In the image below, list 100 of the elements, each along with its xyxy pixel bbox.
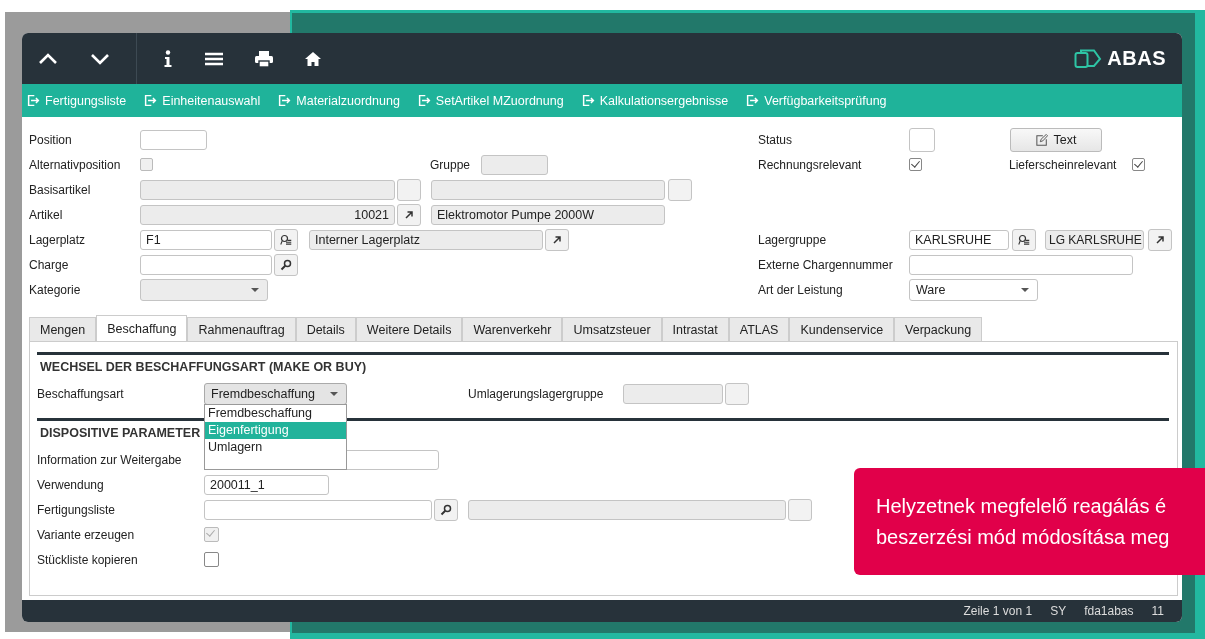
menu-icon[interactable]	[205, 51, 223, 66]
field-label: Rechnungsrelevant	[758, 157, 863, 172]
logo-icon	[1074, 48, 1103, 69]
export-icon	[417, 94, 431, 107]
edit-icon	[1035, 133, 1048, 146]
caret-icon	[251, 287, 259, 292]
search-list-button[interactable]	[1012, 228, 1036, 251]
tab[interactable]: Kundenservice	[789, 317, 895, 341]
checkbox[interactable]	[140, 158, 153, 171]
open-link-button[interactable]	[545, 228, 569, 251]
checkbox[interactable]	[1132, 158, 1145, 171]
field-label: Information zur Weitergabe	[37, 452, 183, 467]
status-text: fda1abas	[1084, 604, 1134, 618]
tab[interactable]: Rahmenauftrag	[187, 317, 296, 341]
tab[interactable]: Verpackung	[894, 317, 983, 341]
search-icon	[1018, 233, 1030, 246]
dropdown-option[interactable]: Fremdbeschaffung	[205, 404, 346, 422]
tab[interactable]: Mengen	[29, 317, 97, 341]
lagergruppe-name-field[interactable]: LG KARLSRUHE	[1045, 229, 1144, 250]
search-list-button[interactable]	[274, 228, 298, 251]
chevron-up-icon[interactable]	[38, 52, 58, 65]
export-icon	[278, 94, 292, 107]
field-label: Art der Leistung	[758, 282, 844, 297]
tab[interactable]: Beschaffung	[96, 315, 188, 341]
lagerplatz-field[interactable]: F1	[140, 229, 272, 250]
fertigungsliste-name-field[interactable]	[468, 499, 786, 520]
export-icon	[27, 94, 40, 107]
callout-text: beszerzési mód módosítása meg	[876, 524, 1171, 550]
verwendung-field[interactable]: 200011_1	[204, 474, 329, 495]
text-button[interactable]: Text	[1010, 127, 1102, 152]
status-text: SY	[1050, 604, 1067, 618]
chargennummer-field[interactable]	[909, 254, 1133, 275]
umlagerung-field[interactable]	[623, 383, 723, 404]
basisartikel-name-field[interactable]	[431, 179, 665, 200]
dropdown-option[interactable]: Umlagern	[205, 438, 346, 456]
field-label: Variante erzeugen	[37, 527, 136, 542]
tab[interactable]: Weitere Details	[355, 317, 463, 341]
field-label: Gruppe	[430, 157, 472, 172]
arrow-icon	[403, 208, 415, 221]
field-label: Beschaffungsart	[37, 386, 125, 401]
tab[interactable]: Warenverkehr	[462, 317, 563, 341]
arrow-icon	[1154, 233, 1166, 246]
lagergruppe-field[interactable]: KARLSRUHE	[909, 229, 1009, 250]
field-label: Artikel	[29, 207, 64, 222]
callout-text: Helyzetnek megfelelő reagálás é	[876, 493, 1168, 519]
search-icon	[440, 503, 452, 516]
position-field[interactable]	[140, 129, 207, 150]
search-icon	[280, 258, 292, 271]
info-icon[interactable]	[163, 49, 173, 68]
search-button[interactable]	[274, 253, 298, 276]
open-link-button[interactable]	[397, 203, 421, 226]
artikel-name-field[interactable]: Elektromotor Pumpe 2000W	[431, 204, 665, 225]
field-label: Alternativposition	[29, 157, 122, 172]
field-label: Charge	[29, 257, 70, 272]
field-label: Stückliste kopieren	[37, 552, 139, 567]
status-text: 11	[1151, 604, 1164, 618]
charge-field[interactable]	[140, 254, 272, 275]
field-label: Lagerplatz	[29, 232, 87, 247]
field-label: Position	[29, 132, 73, 147]
field-label: Fertigungsliste	[37, 502, 117, 517]
section-heading: WECHSEL DER BESCHAFFUNGSART (MAKE OR BUY)	[40, 360, 367, 374]
gruppe-field[interactable]	[481, 154, 548, 175]
caret-icon	[1021, 287, 1029, 292]
field-label: Lieferscheinrelevant	[1009, 157, 1118, 172]
open-link-button[interactable]	[1148, 228, 1172, 251]
lookup-button[interactable]	[725, 382, 749, 405]
field-label: Lagergruppe	[758, 232, 828, 247]
arrow-icon	[551, 233, 563, 246]
fertigungsliste-field[interactable]	[204, 499, 432, 520]
checkbox[interactable]	[204, 552, 219, 567]
tab[interactable]: ATLAS	[728, 317, 790, 341]
chevron-down-icon[interactable]	[90, 52, 110, 65]
section-heading: DISPOSITIVE PARAMETER	[40, 426, 201, 440]
field-label: Kategorie	[29, 282, 82, 297]
status-text: Zeile 1 von 1	[963, 604, 1033, 618]
field-label: Basisartikel	[29, 182, 92, 197]
tab[interactable]: Details	[295, 317, 356, 341]
printer-icon[interactable]	[255, 50, 273, 67]
artikel-field[interactable]: 10021	[140, 204, 395, 225]
beschaffungsart-dropdown[interactable]: Fremdbeschaffung	[204, 382, 347, 405]
basisartikel-field[interactable]	[140, 179, 395, 200]
home-icon[interactable]	[305, 51, 321, 66]
logo-text: ABAS	[1107, 47, 1166, 70]
lookup-button[interactable]	[668, 178, 692, 201]
field-label: Externe Chargennummer	[758, 257, 894, 272]
field-label: Verwendung	[37, 477, 105, 492]
export-icon	[144, 94, 158, 107]
tab[interactable]: Intrastat	[661, 317, 729, 341]
checkbox[interactable]	[909, 158, 922, 171]
status-field[interactable]	[909, 127, 935, 152]
field-label: Status	[758, 132, 794, 147]
field-label: Umlagerungslagergruppe	[468, 386, 605, 401]
export-icon	[746, 94, 760, 107]
search-icon	[280, 233, 292, 246]
search-button[interactable]	[434, 498, 458, 521]
tab[interactable]: Umsatzsteuer	[562, 317, 662, 341]
export-icon	[581, 94, 595, 107]
leistung-dropdown[interactable]: Ware	[909, 278, 1038, 301]
lagerplatz-name-field[interactable]: Interner Lagerplatz	[309, 229, 543, 250]
lookup-button[interactable]	[788, 498, 812, 521]
